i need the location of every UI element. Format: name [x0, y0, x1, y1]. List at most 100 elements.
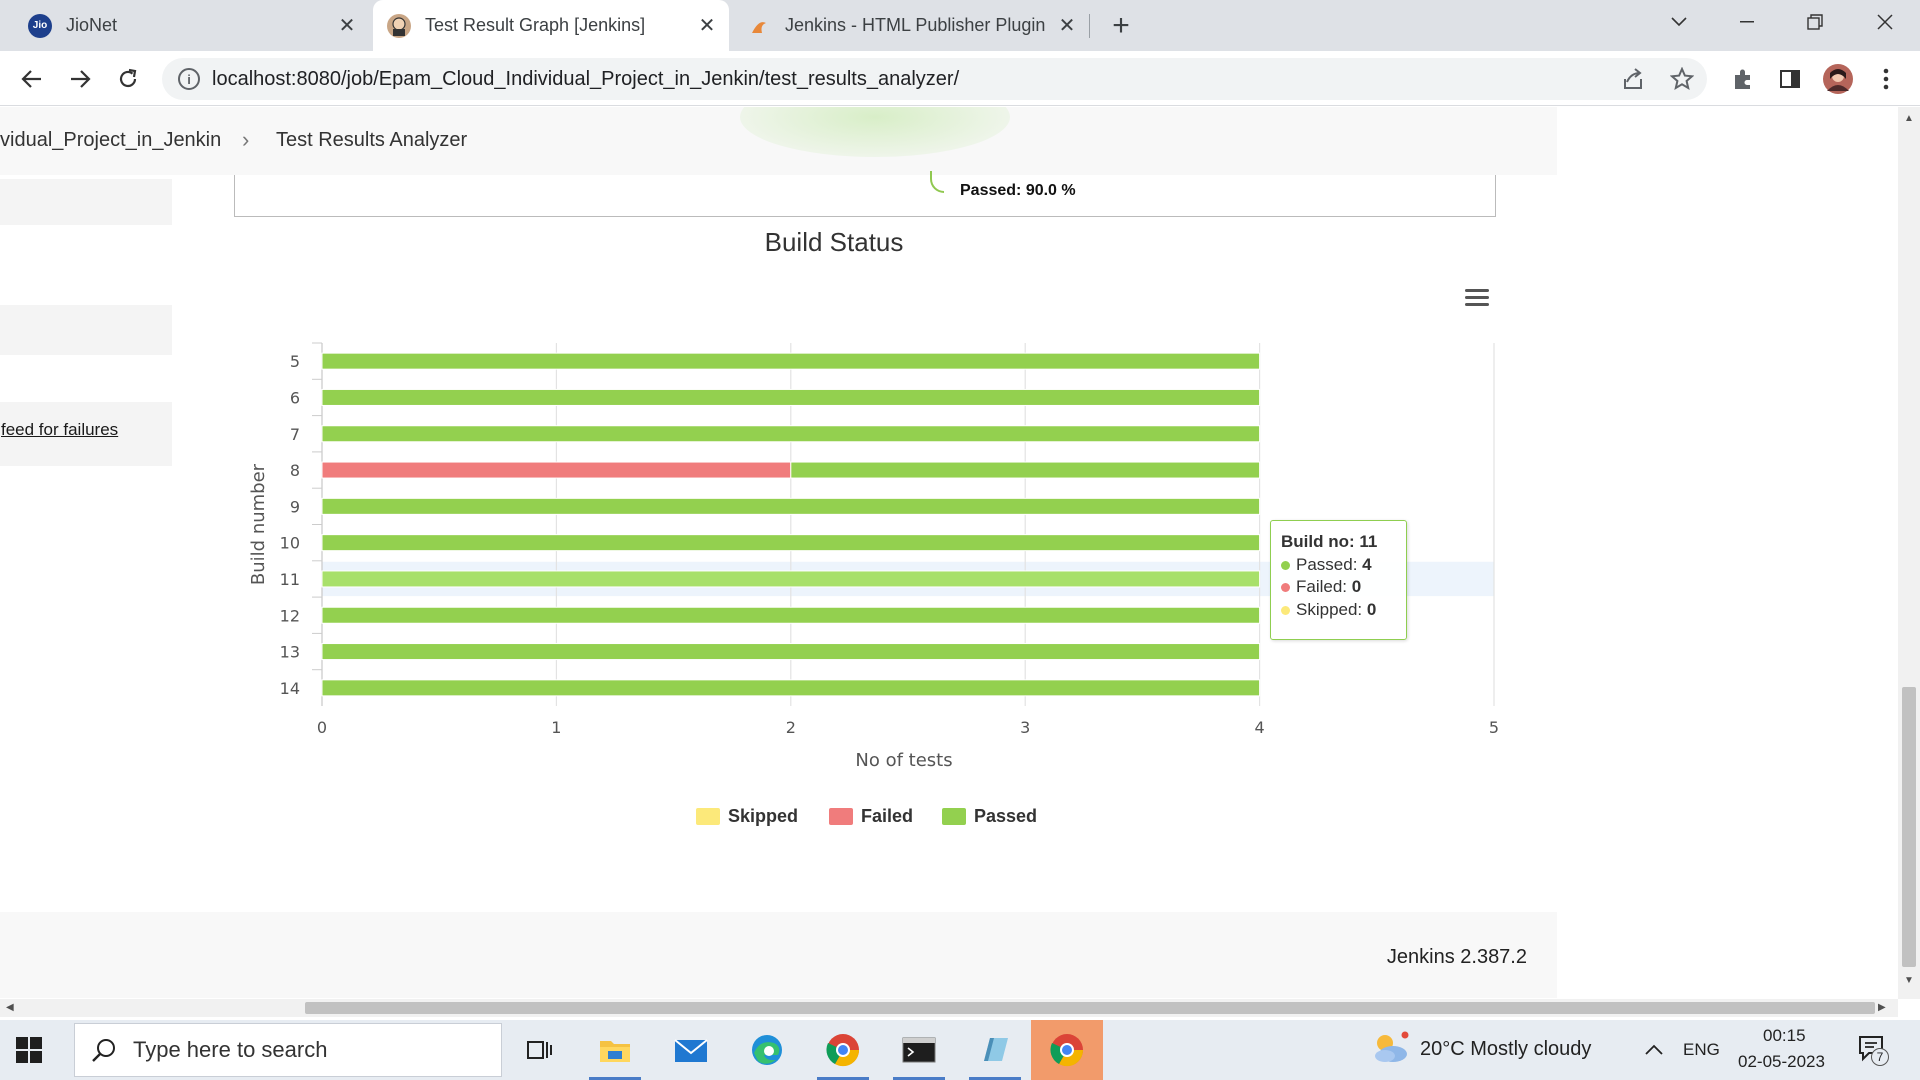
- x-tick-label: 2: [786, 718, 796, 737]
- task-view-button[interactable]: [503, 1020, 575, 1080]
- tab-html-publisher[interactable]: Jenkins - HTML Publisher Plugin ✕: [733, 0, 1089, 51]
- close-icon: [1877, 14, 1893, 30]
- search-placeholder: Type here to search: [133, 1037, 328, 1062]
- clock-time[interactable]: 00:15: [1763, 1026, 1806, 1046]
- y-tick-label: 6: [290, 388, 300, 407]
- y-tick-label: 13: [280, 643, 300, 662]
- notepad-icon: [984, 1038, 1008, 1061]
- legend-item-passed[interactable]: Passed: [942, 806, 1037, 827]
- bar-passed: [321, 534, 1261, 552]
- tab-search-button[interactable]: [1650, 0, 1708, 44]
- tooltip-label: Passed:: [1296, 554, 1358, 574]
- mail-icon: [674, 1039, 708, 1062]
- tooltip-title-text: Build no: 11: [1281, 532, 1378, 551]
- share-icon[interactable]: [1617, 63, 1649, 95]
- x-tick-label: 0: [317, 718, 327, 737]
- chevron-up-icon[interactable]: [1644, 1044, 1664, 1056]
- legend-item-skipped[interactable]: Skipped: [696, 806, 798, 827]
- chevron-down-icon: [1671, 17, 1687, 27]
- jenkins-version[interactable]: Jenkins 2.387.2: [1387, 946, 1527, 969]
- weather-cloud-icon[interactable]: [1371, 1030, 1411, 1066]
- x-tick-label: 4: [1255, 718, 1265, 737]
- windows-logo-pane: [30, 1051, 42, 1063]
- minimize-button[interactable]: [1718, 0, 1776, 44]
- profile-avatar[interactable]: [1822, 63, 1854, 95]
- address-bar[interactable]: i localhost:8080/job/Epam_Cloud_Individu…: [162, 58, 1707, 100]
- close-tab-icon[interactable]: ✕: [693, 12, 721, 40]
- close-tab-icon[interactable]: ✕: [333, 12, 361, 40]
- terminal-icon: [902, 1037, 936, 1063]
- weather-text[interactable]: 20°C Mostly cloudy: [1420, 1038, 1591, 1061]
- taskbar-notepad[interactable]: [959, 1020, 1031, 1080]
- bar-passed: [321, 388, 1261, 406]
- reload-icon: [119, 68, 137, 88]
- taskbar-file-explorer[interactable]: [579, 1020, 651, 1080]
- taskbar-terminal[interactable]: [883, 1020, 955, 1080]
- tooltip-row-failed: Failed: 0: [1281, 576, 1396, 599]
- bar-passed: [321, 425, 1261, 443]
- folder-icon: [600, 1041, 630, 1062]
- x-axis-title: No of tests: [855, 750, 952, 771]
- taskbar-chrome-active[interactable]: [1031, 1020, 1103, 1080]
- bar-passed: [321, 679, 1261, 697]
- language-indicator[interactable]: ENG: [1683, 1040, 1720, 1060]
- legend-label: Skipped: [728, 806, 799, 826]
- legend-label: Passed: [974, 806, 1038, 826]
- y-tick-label: 12: [280, 606, 300, 625]
- taskbar-search-box[interactable]: Type here to search: [74, 1023, 502, 1077]
- new-tab-button[interactable]: +: [1100, 0, 1142, 51]
- jenkins-favicon-icon: [387, 13, 411, 38]
- extensions-icon[interactable]: [1727, 63, 1759, 95]
- arrow-right-icon: [71, 70, 91, 88]
- vertical-scroll-thumb[interactable]: [1902, 687, 1916, 967]
- horizontal-scrollbar[interactable]: ◀ ▶: [0, 999, 1898, 1017]
- taskbar-mail[interactable]: [655, 1020, 727, 1080]
- restore-button[interactable]: [1786, 0, 1844, 44]
- jionet-favicon-icon: Jio: [28, 13, 52, 38]
- tab-test-result-graph[interactable]: Test Result Graph [Jenkins] ✕: [373, 0, 729, 51]
- browser-toolbar: i localhost:8080/job/Epam_Cloud_Individu…: [0, 51, 1920, 106]
- close-window-button[interactable]: [1856, 0, 1914, 44]
- y-tick-label: 14: [280, 679, 300, 698]
- tab-separator: [1089, 14, 1090, 38]
- task-view-icon: [527, 1041, 552, 1059]
- close-tab-icon[interactable]: ✕: [1053, 12, 1081, 40]
- legend-label: Failed: [861, 806, 914, 826]
- bookmark-star-icon[interactable]: [1666, 63, 1698, 95]
- windows-logo-pane: [16, 1051, 28, 1063]
- browser-tab-strip: Jio JioNet ✕ Test Result Graph [Jenkins]…: [0, 0, 1920, 51]
- reload-button[interactable]: [108, 59, 148, 99]
- build-status-chart: 0 1 2 3 4 5567891011121314No of testsBuild nu…: [248, 342, 1499, 771]
- legend-item-failed[interactable]: Failed: [829, 806, 913, 827]
- bar-failed: [321, 461, 792, 479]
- side-panel-icon[interactable]: [1774, 63, 1806, 95]
- forward-button[interactable]: [60, 59, 100, 99]
- taskbar-edge[interactable]: [731, 1020, 803, 1080]
- site-info-icon[interactable]: i: [178, 68, 200, 90]
- scroll-right-icon[interactable]: ▶: [1878, 1002, 1886, 1013]
- horizontal-scroll-thumb[interactable]: [305, 1002, 1875, 1014]
- taskbar-chrome[interactable]: [807, 1020, 879, 1080]
- tooltip-value: 0: [1351, 577, 1362, 596]
- url-text[interactable]: localhost:8080/job/Epam_Cloud_Individual…: [212, 68, 959, 91]
- scroll-left-icon[interactable]: ◀: [6, 1002, 14, 1013]
- notification-count-badge: 7: [1871, 1048, 1889, 1066]
- page-footer: Jenkins 2.387.2: [0, 912, 1557, 998]
- back-button[interactable]: [12, 59, 52, 99]
- browser-menu-icon[interactable]: [1870, 63, 1902, 95]
- tooltip-value: 4: [1362, 554, 1372, 574]
- bar-passed: [321, 570, 1261, 588]
- passed-dot-icon: [1281, 560, 1290, 570]
- notification-center-button[interactable]: 7: [1857, 1034, 1891, 1066]
- tab-jionet[interactable]: Jio JioNet ✕: [14, 0, 369, 51]
- scroll-down-icon[interactable]: ▼: [1904, 975, 1914, 986]
- clock-date[interactable]: 02-05-2023: [1738, 1052, 1825, 1072]
- x-tick-label: 1: [551, 718, 561, 737]
- windows-start-button[interactable]: [16, 1037, 42, 1063]
- vertical-scrollbar[interactable]: ▲ ▼: [1898, 107, 1920, 999]
- scroll-up-icon[interactable]: ▲: [1904, 113, 1914, 124]
- y-tick-label: 8: [290, 461, 300, 480]
- tab-title: Jenkins - HTML Publisher Plugin: [785, 15, 1046, 35]
- tooltip-title: Build no: 11: [1281, 531, 1396, 554]
- skipped-dot-icon: [1281, 605, 1290, 615]
